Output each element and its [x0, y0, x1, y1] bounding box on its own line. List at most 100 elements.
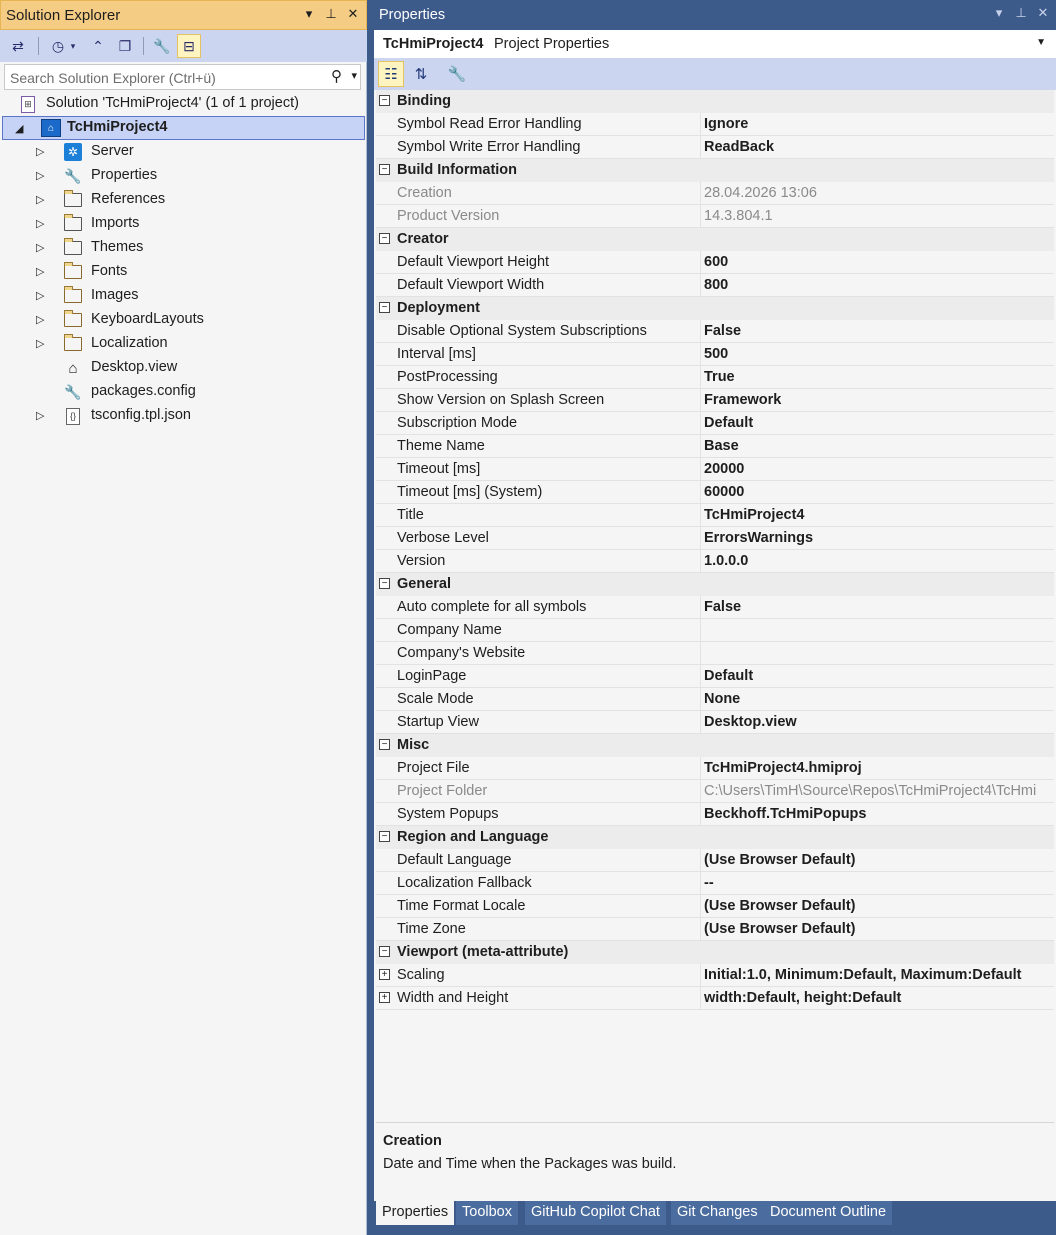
property-row[interactable]: Company's Website	[376, 642, 1054, 665]
tree-item[interactable]: ▷ Imports	[0, 212, 365, 236]
property-value[interactable]: ReadBack	[704, 139, 1054, 155]
column-divider[interactable]	[700, 872, 701, 895]
property-value[interactable]: C:\Users\TimH\Source\Repos\TcHmiProject4…	[704, 783, 1054, 799]
tree-item[interactable]: ▷ References	[0, 188, 365, 212]
property-row[interactable]: Default Viewport Height 600	[376, 251, 1054, 274]
collapse-category-icon[interactable]: −	[379, 578, 390, 589]
column-divider[interactable]	[700, 688, 701, 711]
column-divider[interactable]	[700, 205, 701, 228]
column-divider[interactable]	[700, 642, 701, 665]
property-value[interactable]: TcHmiProject4	[704, 507, 1054, 523]
show-all-files-icon[interactable]: ❐	[113, 34, 137, 58]
property-value[interactable]: --	[704, 875, 1054, 891]
property-value[interactable]: 20000	[704, 461, 1054, 477]
property-row[interactable]: Creation 28.04.2026 13:06	[376, 182, 1054, 205]
close-icon[interactable]: ✕	[346, 6, 360, 22]
window-options-icon[interactable]: ▾	[992, 5, 1006, 21]
category-row[interactable]: − Region and Language	[376, 826, 1054, 849]
property-value[interactable]: (Use Browser Default)	[704, 852, 1054, 868]
column-divider[interactable]	[700, 803, 701, 826]
expand-arrow-icon[interactable]: ▷	[36, 409, 44, 422]
filter-dropdown-icon[interactable]: ▾	[66, 34, 80, 58]
property-value[interactable]: ErrorsWarnings	[704, 530, 1054, 546]
property-value[interactable]: 60000	[704, 484, 1054, 500]
tree-item[interactable]: ▷ Fonts	[0, 260, 365, 284]
property-row[interactable]: Company Name	[376, 619, 1054, 642]
property-row[interactable]: Time Format Locale (Use Browser Default)	[376, 895, 1054, 918]
property-row[interactable]: Title TcHmiProject4	[376, 504, 1054, 527]
property-row[interactable]: Theme Name Base	[376, 435, 1054, 458]
property-row[interactable]: Symbol Write Error Handling ReadBack	[376, 136, 1054, 159]
tab-properties[interactable]: Properties	[376, 1201, 455, 1225]
expand-arrow-icon[interactable]: ▷	[36, 169, 44, 182]
tab-document-outline[interactable]: Document Outline	[764, 1201, 893, 1225]
column-divider[interactable]	[700, 320, 701, 343]
category-row[interactable]: − Creator	[376, 228, 1054, 251]
tree-item[interactable]: ▷ Themes	[0, 236, 365, 260]
property-row[interactable]: Default Viewport Width 800	[376, 274, 1054, 297]
expand-property-icon[interactable]: +	[379, 992, 390, 1003]
search-icon[interactable]: ⚲	[331, 67, 342, 85]
expand-property-icon[interactable]: +	[379, 969, 390, 980]
expand-arrow-icon[interactable]: ▷	[36, 337, 44, 350]
property-row[interactable]: + Width and Height width:Default, height:D…	[376, 987, 1054, 1010]
expand-arrow-icon[interactable]: ▷	[36, 265, 44, 278]
property-row[interactable]: Auto complete for all symbols False	[376, 596, 1054, 619]
column-divider[interactable]	[700, 136, 701, 159]
property-value[interactable]: 600	[704, 254, 1054, 270]
alphabetical-icon[interactable]: ⇅	[408, 61, 434, 87]
category-row[interactable]: − Misc	[376, 734, 1054, 757]
column-divider[interactable]	[700, 366, 701, 389]
column-divider[interactable]	[700, 895, 701, 918]
property-value[interactable]: Ignore	[704, 116, 1054, 132]
column-divider[interactable]	[700, 849, 701, 872]
column-divider[interactable]	[700, 389, 701, 412]
properties-wrench-icon[interactable]: 🔧	[150, 34, 174, 58]
property-value[interactable]: Initial:1.0, Minimum:Default, Maximum:De…	[704, 967, 1054, 983]
column-divider[interactable]	[700, 343, 701, 366]
preview-selected-items-icon[interactable]: ⊟	[177, 34, 201, 58]
category-row[interactable]: − Binding	[376, 90, 1054, 113]
column-divider[interactable]	[700, 550, 701, 573]
expand-arrow-icon[interactable]: ▷	[36, 145, 44, 158]
property-row[interactable]: Localization Fallback --	[376, 872, 1054, 895]
property-row[interactable]: System Popups Beckhoff.TcHmiPopups	[376, 803, 1054, 826]
property-row[interactable]: + Scaling Initial:1.0, Minimum:Default, Ma…	[376, 964, 1054, 987]
column-divider[interactable]	[700, 665, 701, 688]
property-row[interactable]: Show Version on Splash Screen Framework	[376, 389, 1054, 412]
close-icon[interactable]: ✕	[1036, 5, 1050, 21]
column-divider[interactable]	[700, 251, 701, 274]
property-row[interactable]: Timeout [ms] 20000	[376, 458, 1054, 481]
property-row[interactable]: Project File TcHmiProject4.hmiproj	[376, 757, 1054, 780]
collapse-category-icon[interactable]: −	[379, 233, 390, 244]
property-value[interactable]: Desktop.view	[704, 714, 1054, 730]
collapse-category-icon[interactable]: −	[379, 946, 390, 957]
tree-item[interactable]: ▷ {} tsconfig.tpl.json	[0, 404, 365, 428]
property-row[interactable]: Version 1.0.0.0	[376, 550, 1054, 573]
property-row[interactable]: Interval [ms] 500	[376, 343, 1054, 366]
tree-item[interactable]: ▷ KeyboardLayouts	[0, 308, 365, 332]
column-divider[interactable]	[700, 527, 701, 550]
column-divider[interactable]	[700, 458, 701, 481]
categorized-icon[interactable]: ☷	[378, 61, 404, 87]
property-value[interactable]: 1.0.0.0	[704, 553, 1054, 569]
collapse-arrow-icon[interactable]: ◢	[15, 122, 23, 135]
property-value[interactable]: width:Default, height:Default	[704, 990, 1054, 1006]
collapse-category-icon[interactable]: −	[379, 739, 390, 750]
tab-github-copilot-chat[interactable]: GitHub Copilot Chat	[525, 1201, 666, 1225]
property-row[interactable]: PostProcessing True	[376, 366, 1054, 389]
column-divider[interactable]	[700, 412, 701, 435]
property-value[interactable]: 500	[704, 346, 1054, 362]
property-row[interactable]: Disable Optional System Subscriptions Fal…	[376, 320, 1054, 343]
switch-views-icon[interactable]: ⇄	[6, 34, 30, 58]
collapse-all-icon[interactable]: ⌃	[86, 34, 110, 58]
collapse-category-icon[interactable]: −	[379, 302, 390, 313]
column-divider[interactable]	[700, 987, 701, 1010]
expand-arrow-icon[interactable]: ▷	[36, 313, 44, 326]
property-value[interactable]: (Use Browser Default)	[704, 898, 1054, 914]
tab-toolbox[interactable]: Toolbox	[456, 1201, 518, 1225]
expand-arrow-icon[interactable]: ▷	[36, 289, 44, 302]
property-value[interactable]: TcHmiProject4.hmiproj	[704, 760, 1054, 776]
project-node[interactable]: ◢ ⌂ TcHmiProject4	[2, 116, 365, 140]
property-row[interactable]: Subscription Mode Default	[376, 412, 1054, 435]
